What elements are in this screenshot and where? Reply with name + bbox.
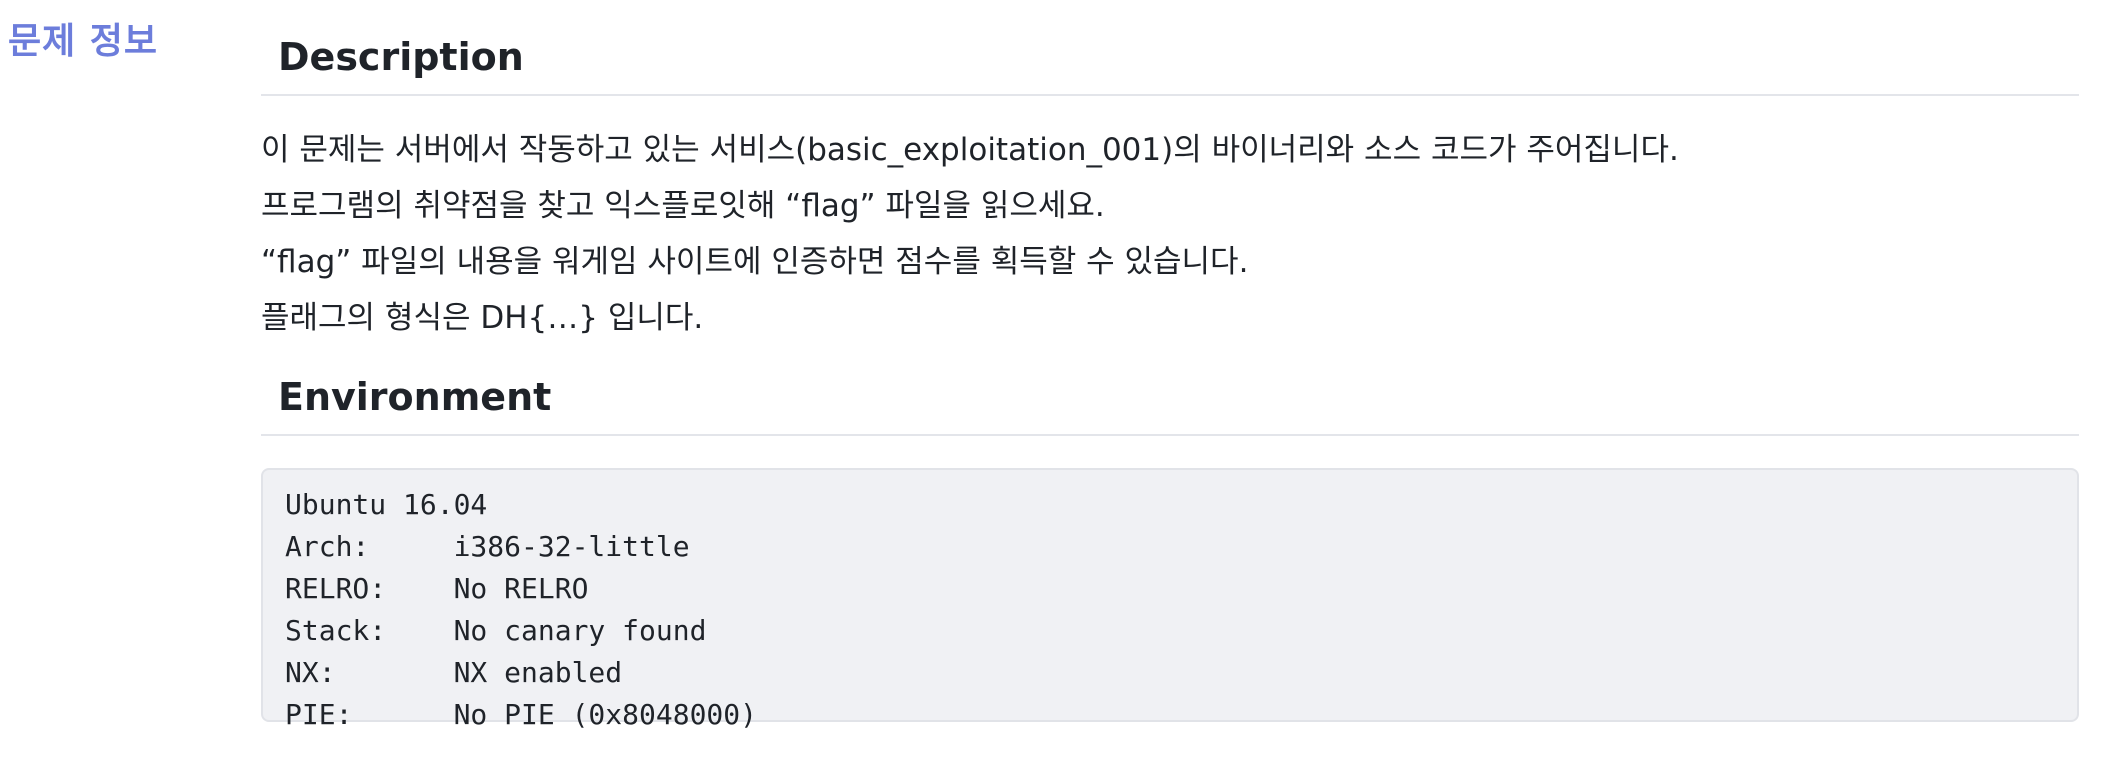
section-label: 문제 정보	[8, 21, 159, 62]
description-line: “flag” 파일의 내용을 워게임 사이트에 인증하면 점수를 획득할 수 있…	[261, 244, 1249, 280]
environment-heading: Environment	[261, 374, 2079, 436]
environment-code-block[interactable]: Ubuntu 16.04 Arch: i386-32-little RELRO:…	[261, 468, 2079, 731]
problem-info-content: Description 이 문제는 서버에서 작동하고 있는 서비스(basic…	[261, 0, 2079, 731]
code-line: NX: NX enabled	[285, 656, 623, 689]
code-line: RELRO: No RELRO	[285, 572, 589, 605]
code-line: Ubuntu 16.04	[285, 488, 488, 521]
code-line: Arch: i386-32-little	[285, 530, 690, 563]
description-line: 플래그의 형식은 DH{…} 입니다.	[261, 300, 704, 336]
description-heading: Description	[261, 34, 2079, 96]
code-line: Stack: No canary found	[285, 614, 707, 647]
description-line: 프로그램의 취약점을 찾고 익스플로잇해 “flag” 파일을 읽으세요.	[261, 188, 1105, 224]
code-line: PIE: No PIE (0x8048000)	[285, 698, 758, 731]
description-line: 이 문제는 서버에서 작동하고 있는 서비스(basic_exploitatio…	[261, 132, 1679, 168]
description-body: 이 문제는 서버에서 작동하고 있는 서비스(basic_exploitatio…	[261, 122, 2079, 346]
